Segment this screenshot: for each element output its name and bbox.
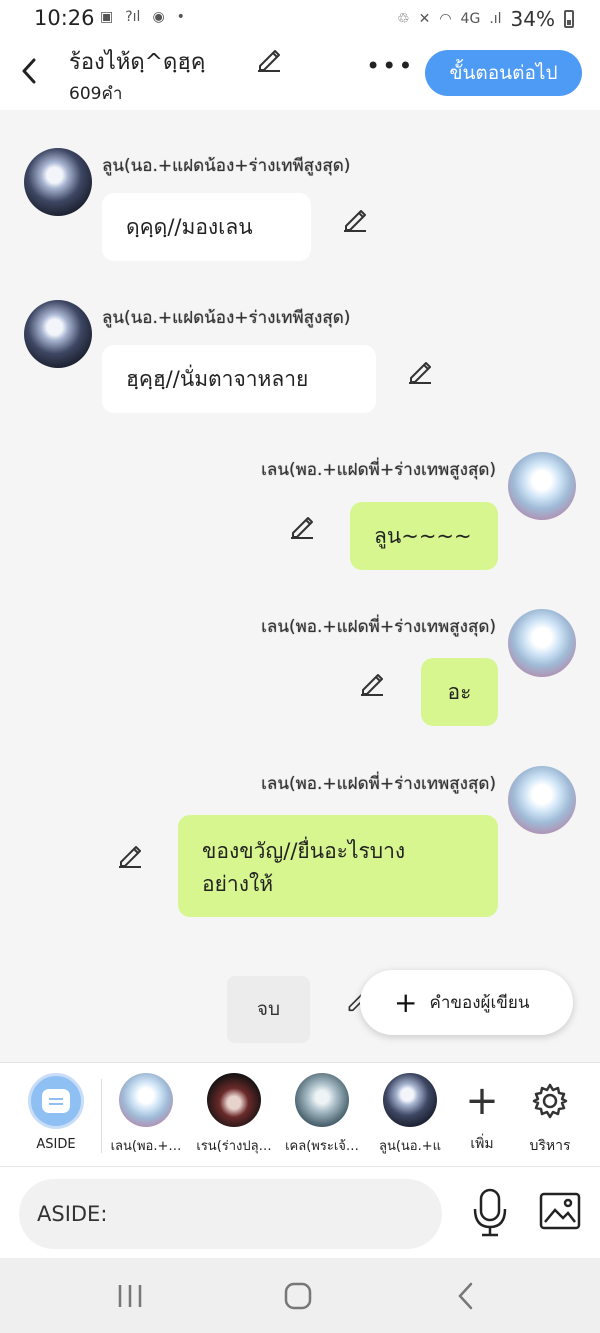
microphone-icon[interactable] — [470, 1187, 510, 1239]
recent-apps-icon[interactable] — [110, 1276, 150, 1316]
character-name: เคล(พระเจ้… — [285, 1139, 359, 1154]
edit-message-pencil-icon[interactable] — [342, 206, 368, 232]
chevron-left-icon — [22, 58, 36, 84]
avatar-len — [119, 1073, 173, 1127]
edit-message-pencil-icon[interactable] — [359, 670, 385, 696]
manage-characters-button[interactable]: บริหาร — [520, 1071, 580, 1157]
message-bubble[interactable]: อะ — [421, 658, 498, 726]
avatar-len[interactable] — [508, 609, 576, 677]
status-bar: 10:26 ▣ ?ıl ◉ • ♲ ✕ ◠ 4G .ıl 34% — [0, 0, 600, 38]
avatar-loon — [383, 1073, 437, 1127]
edit-message-pencil-icon[interactable] — [117, 842, 143, 868]
avatar-ren — [207, 1073, 261, 1127]
author-note-button[interactable]: + คำของผู้เขียน — [360, 970, 573, 1035]
input-bar — [0, 1166, 600, 1258]
speaker-name: ลูน(นอ.+แฝดน้อง+ร่างเทพีสูงสุด) — [102, 308, 351, 328]
signal-icon: .ıl — [489, 11, 502, 27]
network-type: 4G — [460, 11, 481, 27]
chat-area: ลูน(นอ.+แฝดน้อง+ร่างเทพีสูงสุด) ดฺคฺดฺ//… — [0, 110, 600, 1062]
speaker-name: ลูน(นอ.+แฝดน้อง+ร่างเทพีสูงสุด) — [102, 156, 351, 176]
avatar-len[interactable] — [508, 766, 576, 834]
home-icon[interactable] — [278, 1276, 318, 1316]
message-bubble[interactable]: ของขวัญ//ยื่นอะไรบาง อย่างให้ — [178, 815, 498, 917]
add-label: เพิ่ม — [470, 1136, 494, 1152]
gear-icon — [532, 1083, 568, 1119]
nav-back-icon[interactable] — [446, 1276, 486, 1316]
avatar-kel — [295, 1073, 349, 1127]
message-bubble[interactable]: ดฺคฺดฺ//มองเลน — [102, 193, 311, 261]
plus-icon: + — [465, 1078, 499, 1124]
story-title[interactable]: ร้องไห้ดฺ^ดฺฮฺคฺ — [69, 44, 206, 79]
edit-message-pencil-icon[interactable] — [407, 358, 433, 384]
app-notification-icon: ▣ — [100, 9, 114, 25]
speaker-name: เลน(พอ.+แฝดพี่+ร่างเทพสูงสุด) — [261, 774, 496, 794]
aside-avatar — [28, 1073, 84, 1129]
dot-icon: • — [176, 9, 185, 25]
no-signal-icon: ?ıl — [125, 9, 141, 25]
header: ร้องไห้ดฺ^ดฺฮฺคฺ 609คำ ••• ขั้นตอนต่อไป — [0, 38, 600, 110]
character-name: ASIDE — [36, 1137, 76, 1152]
back-button[interactable] — [14, 54, 44, 88]
avatar-loon[interactable] — [24, 148, 92, 216]
divider — [101, 1079, 102, 1153]
edit-message-pencil-icon[interactable] — [289, 513, 315, 539]
character-len[interactable]: เลน(พอ.+… — [103, 1073, 189, 1156]
mute-icon: ✕ — [418, 11, 431, 27]
character-name: เรน(ร่างปลุ… — [196, 1139, 272, 1154]
next-step-button[interactable]: ขั้นตอนต่อไป — [425, 50, 582, 96]
character-bar: ASIDE เลน(พอ.+… เรน(ร่างปลุ… เคล(พระเจ้…… — [0, 1062, 600, 1166]
character-ren[interactable]: เรน(ร่างปลุ… — [191, 1073, 277, 1156]
avatar-loon[interactable] — [24, 300, 92, 368]
avatar-len[interactable] — [508, 452, 576, 520]
aside-note-icon — [42, 1089, 70, 1113]
clock: 10:26 — [34, 6, 95, 30]
app-robot-icon: ◉ — [152, 9, 165, 25]
battery-percent: 34% — [510, 7, 555, 31]
more-options-button[interactable]: ••• — [366, 52, 414, 80]
message-bubble[interactable]: ลูน~~~~ — [350, 502, 498, 570]
plus-icon: + — [394, 985, 418, 1019]
message-bubble[interactable]: ฮฺคฺฮฺ//นั่มตาจาหลาย — [102, 345, 376, 413]
author-note-label: คำของผู้เขียน — [429, 993, 530, 1013]
battery-icon — [564, 10, 574, 28]
add-character-button[interactable]: + เพิ่ม — [452, 1071, 512, 1155]
wifi-icon: ◠ — [439, 11, 452, 27]
character-name: เลน(พอ.+… — [110, 1139, 182, 1154]
character-aside[interactable]: ASIDE — [13, 1073, 99, 1152]
character-loon[interactable]: ลูน(นอ.+แ — [367, 1073, 453, 1156]
character-name: ลูน(นอ.+แ — [378, 1139, 442, 1154]
word-count: 609คำ — [69, 84, 123, 104]
recycle-icon: ♲ — [397, 11, 410, 27]
message-input[interactable] — [19, 1179, 442, 1249]
system-icons: ♲ ✕ ◠ 4G .ıl 34% — [397, 7, 574, 31]
character-kel[interactable]: เคล(พระเจ้… — [279, 1073, 365, 1156]
end-chapter-button[interactable]: จบ — [227, 976, 310, 1043]
speaker-name: เลน(พอ.+แฝดพี่+ร่างเทพสูงสุด) — [261, 460, 496, 480]
edit-title-pencil-icon[interactable] — [256, 46, 282, 72]
speaker-name: เลน(พอ.+แฝดพี่+ร่างเทพสูงสุด) — [261, 617, 496, 637]
manage-label: บริหาร — [529, 1138, 571, 1154]
system-nav-bar — [0, 1258, 600, 1333]
image-upload-icon[interactable] — [539, 1192, 581, 1230]
notification-icons: ▣ ?ıl ◉ • — [100, 9, 185, 25]
